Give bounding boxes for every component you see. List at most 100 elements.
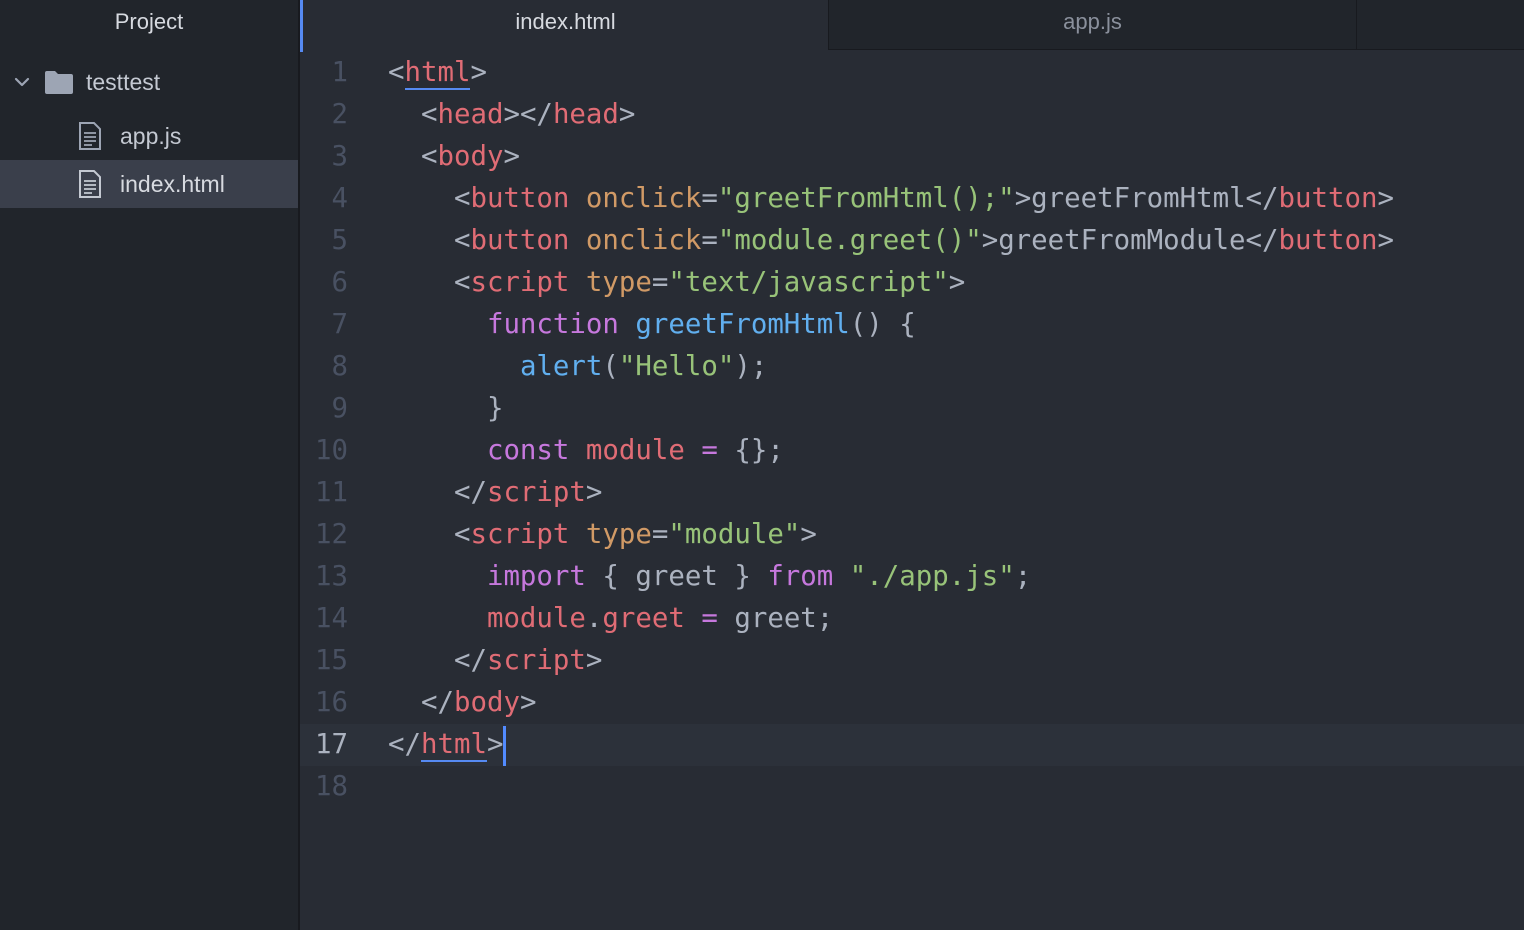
code-line[interactable]: 15 </script> — [300, 640, 1524, 682]
line-number: 15 — [315, 645, 348, 676]
code-line[interactable]: 6 <script type="text/javascript"> — [300, 262, 1524, 304]
code-line[interactable]: 8 alert("Hello"); — [300, 346, 1524, 388]
code-token: } — [388, 393, 504, 424]
code-token: head — [552, 99, 619, 130]
code-token: > — [503, 141, 520, 172]
tree-file-app-js[interactable]: app.js — [0, 112, 298, 160]
code-line[interactable]: 1 <html> — [300, 52, 1524, 94]
code-line[interactable]: 18 — [300, 766, 1524, 808]
code-line[interactable]: 12 <script type="module"> — [300, 514, 1524, 556]
code-token: alert — [519, 351, 603, 382]
tree-file-label: index.html — [120, 170, 225, 197]
line-number: 2 — [331, 99, 349, 130]
code-token: button — [1278, 225, 1378, 256]
code-line[interactable]: 2 <head></head> — [300, 94, 1524, 136]
code-token: greet; — [717, 603, 834, 634]
code-token: script — [470, 519, 570, 550]
code-token: ( — [602, 351, 619, 382]
code-token: < — [388, 99, 438, 130]
tab-bar: index.html app.js — [300, 0, 1524, 52]
chevron-down-icon[interactable] — [12, 72, 32, 92]
code-text: const module = {}; — [388, 430, 784, 472]
code-token: function — [486, 309, 619, 340]
line-number: 14 — [315, 603, 348, 634]
code-line[interactable]: 14 module.greet = greet; — [300, 598, 1524, 640]
code-token: </ — [388, 729, 421, 760]
text-cursor — [503, 725, 507, 766]
code-token: script — [470, 267, 570, 298]
line-number: 9 — [331, 393, 349, 424]
tree-folder-testtest[interactable]: testtest — [0, 58, 298, 106]
code-text: import { greet } from "./app.js"; — [388, 556, 1031, 598]
code-line[interactable]: 4 <button onclick="greetFromHtml();">gre… — [300, 178, 1524, 220]
code-token: = — [701, 603, 718, 634]
code-token: = — [701, 225, 718, 256]
tab-index-html[interactable]: index.html — [300, 0, 828, 52]
code-token: head — [437, 99, 504, 130]
code-token: > — [470, 57, 487, 88]
code-text: </script> — [388, 472, 602, 514]
code-text: </body> — [388, 682, 536, 724]
code-token: ></ — [503, 99, 553, 130]
code-line[interactable]: 17 </html> — [300, 724, 1524, 766]
tree-file-index-html[interactable]: index.html — [0, 160, 298, 208]
line-number: 1 — [331, 57, 349, 88]
code-token: "Hello" — [618, 351, 735, 382]
code-text: alert("Hello"); — [388, 346, 767, 388]
code-token: "module" — [668, 519, 801, 550]
code-token: < — [388, 57, 405, 88]
code-token: = — [651, 267, 669, 298]
code-editor[interactable]: 1 <html> 2 <head></head> 3 <body> 4 <button … — [300, 52, 1524, 930]
code-token: greetFromHtml — [635, 309, 850, 340]
line-number: 16 — [315, 687, 348, 718]
code-text: <body> — [388, 136, 520, 178]
line-number: 6 — [331, 267, 349, 298]
code-token: </ — [388, 687, 454, 718]
code-token: from — [767, 561, 834, 592]
folder-icon — [45, 71, 73, 94]
code-token: = — [701, 183, 718, 214]
code-text: </script> — [388, 640, 602, 682]
code-token: > — [618, 99, 636, 130]
code-token: button — [470, 183, 570, 214]
code-line[interactable]: 5 <button onclick="module.greet()">greet… — [300, 220, 1524, 262]
code-line[interactable]: 10 const module = {}; — [300, 430, 1524, 472]
code-line[interactable]: 13 import { greet } from "./app.js"; — [300, 556, 1524, 598]
code-token: button — [470, 225, 570, 256]
code-line[interactable]: 3 <body> — [300, 136, 1524, 178]
code-token: > — [1377, 183, 1395, 214]
code-token: onclick — [585, 183, 702, 214]
code-token: </ — [388, 645, 487, 676]
code-line[interactable]: 7 function greetFromHtml() { — [300, 304, 1524, 346]
code-token: import — [486, 561, 586, 592]
tab-app-js[interactable]: app.js — [828, 0, 1356, 50]
code-token: greet — [602, 603, 685, 634]
code-line[interactable]: 16 </body> — [300, 682, 1524, 724]
code-token: >greetFromModule</ — [981, 225, 1279, 256]
code-line[interactable]: 11 </script> — [300, 472, 1524, 514]
code-text: <button onclick="greetFromHtml();">greet… — [388, 178, 1394, 220]
line-number: 7 — [331, 309, 349, 340]
code-token: "module.greet()" — [717, 225, 982, 256]
tree-file-label: app.js — [120, 122, 182, 149]
code-token: body — [453, 687, 520, 718]
code-text: <head></head> — [388, 94, 635, 136]
line-number: 10 — [315, 435, 348, 466]
code-text: </html> — [388, 724, 507, 766]
code-token: type — [585, 267, 652, 298]
line-number: 8 — [331, 351, 349, 382]
code-text: <button onclick="module.greet()">greetFr… — [388, 220, 1394, 262]
code-token: < — [388, 183, 471, 214]
code-token: "greetFromHtml();" — [717, 183, 1015, 214]
code-token: > — [486, 729, 504, 760]
code-token: html — [420, 729, 487, 762]
tab-bar-empty-area — [1356, 0, 1524, 50]
code-line[interactable]: 9 } — [300, 388, 1524, 430]
code-token: { greet } — [585, 561, 768, 592]
